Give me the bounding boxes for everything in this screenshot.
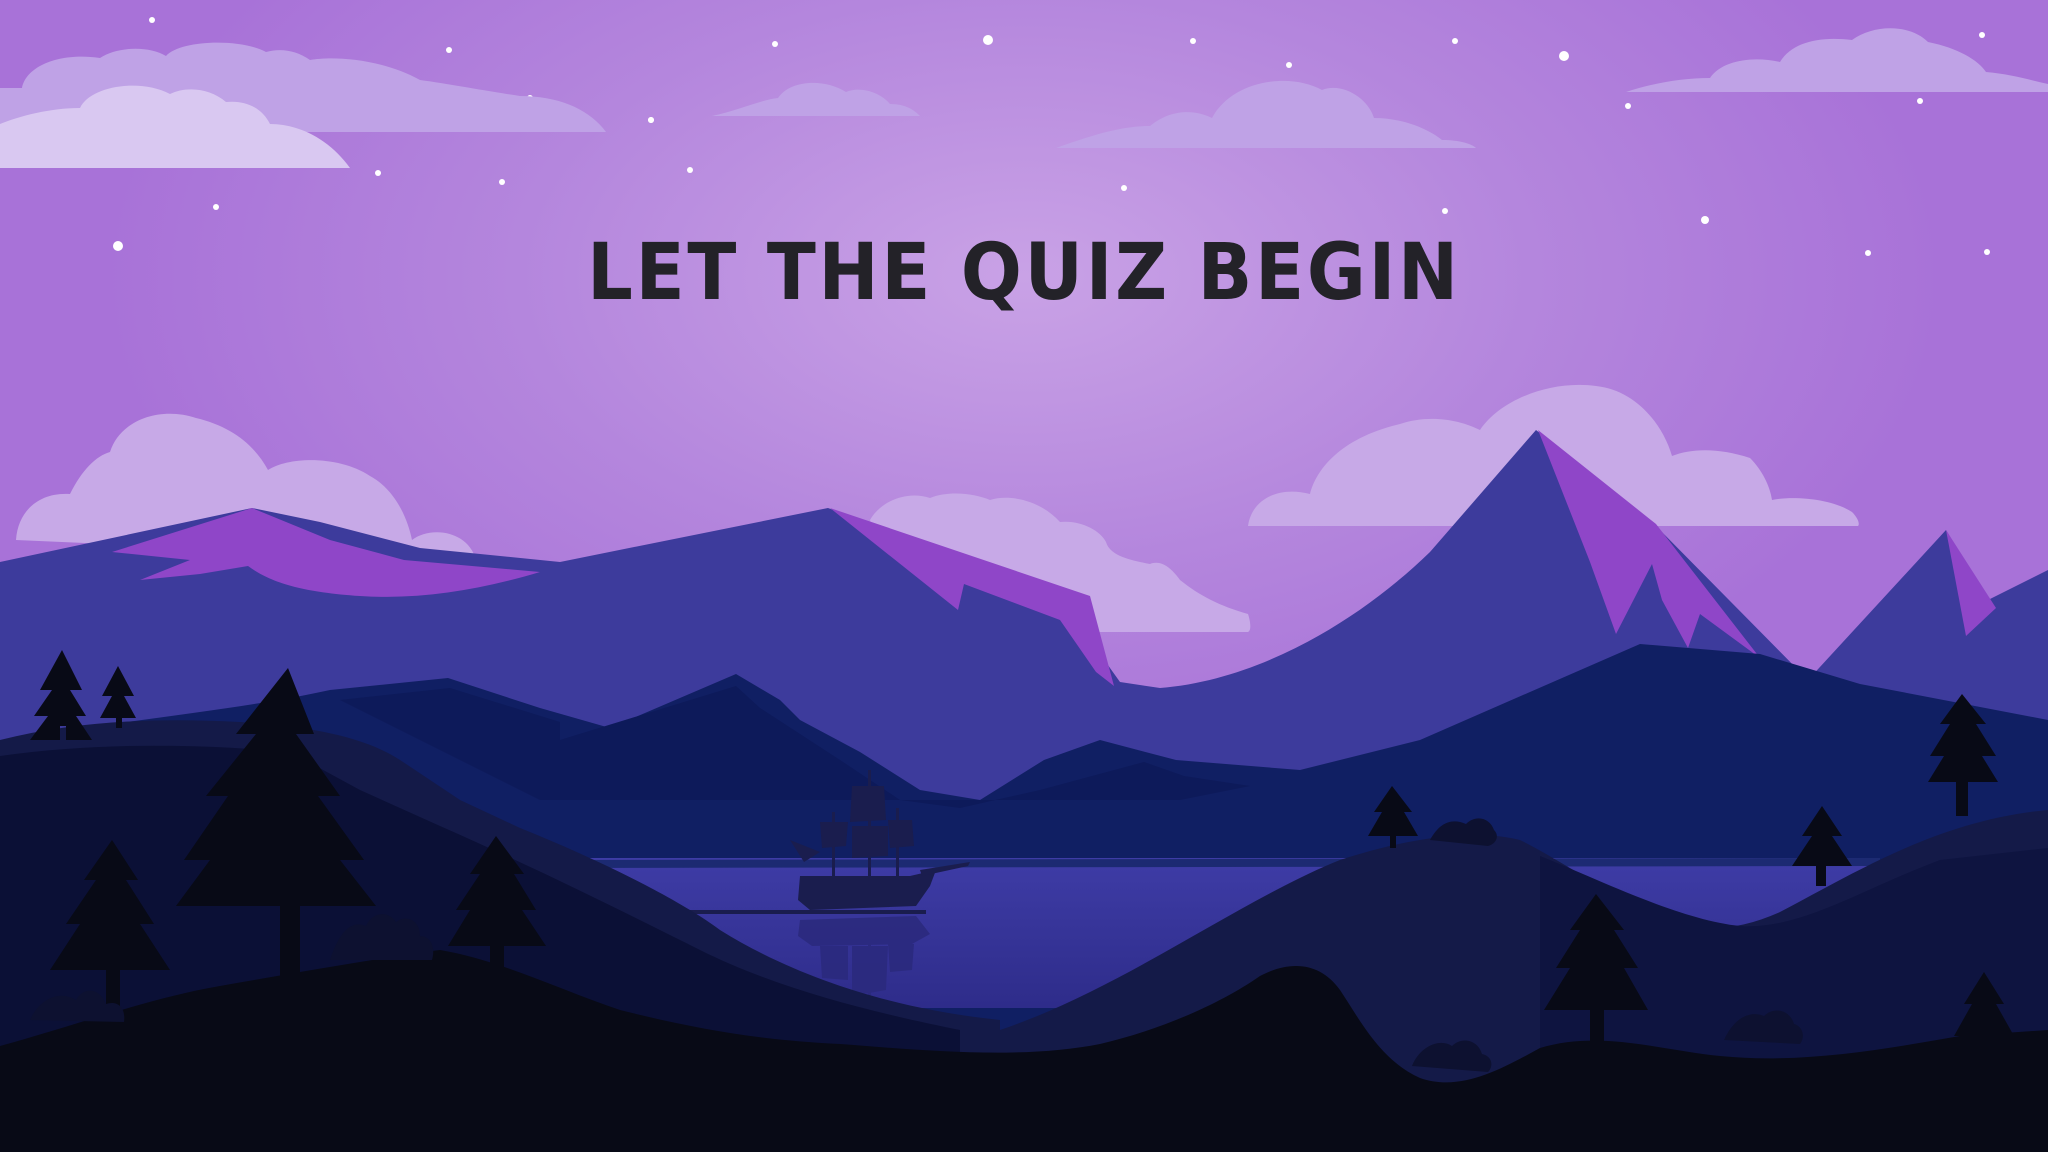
star-icon (687, 167, 693, 173)
page-title: LET THE QUIZ BEGIN (587, 228, 1461, 318)
star-icon (1625, 103, 1631, 109)
star-icon (149, 17, 155, 23)
star-icon (375, 170, 381, 176)
star-icon (1286, 62, 1292, 68)
star-icon (213, 204, 219, 210)
star-icon (1190, 38, 1196, 44)
star-icon (1701, 216, 1709, 224)
star-icon (1442, 208, 1448, 214)
landscape-background (0, 0, 2048, 1152)
star-icon (772, 41, 778, 47)
star-icon (1559, 51, 1569, 61)
star-icon (1917, 98, 1923, 104)
star-icon (1979, 32, 1985, 38)
star-icon (446, 47, 452, 53)
star-icon (499, 179, 505, 185)
star-icon (1984, 249, 1990, 255)
star-icon (1452, 38, 1458, 44)
star-icon (1121, 185, 1127, 191)
star-icon (983, 35, 993, 45)
quiz-title-screen: LET THE QUIZ BEGIN (0, 0, 2048, 1152)
star-icon (648, 117, 654, 123)
